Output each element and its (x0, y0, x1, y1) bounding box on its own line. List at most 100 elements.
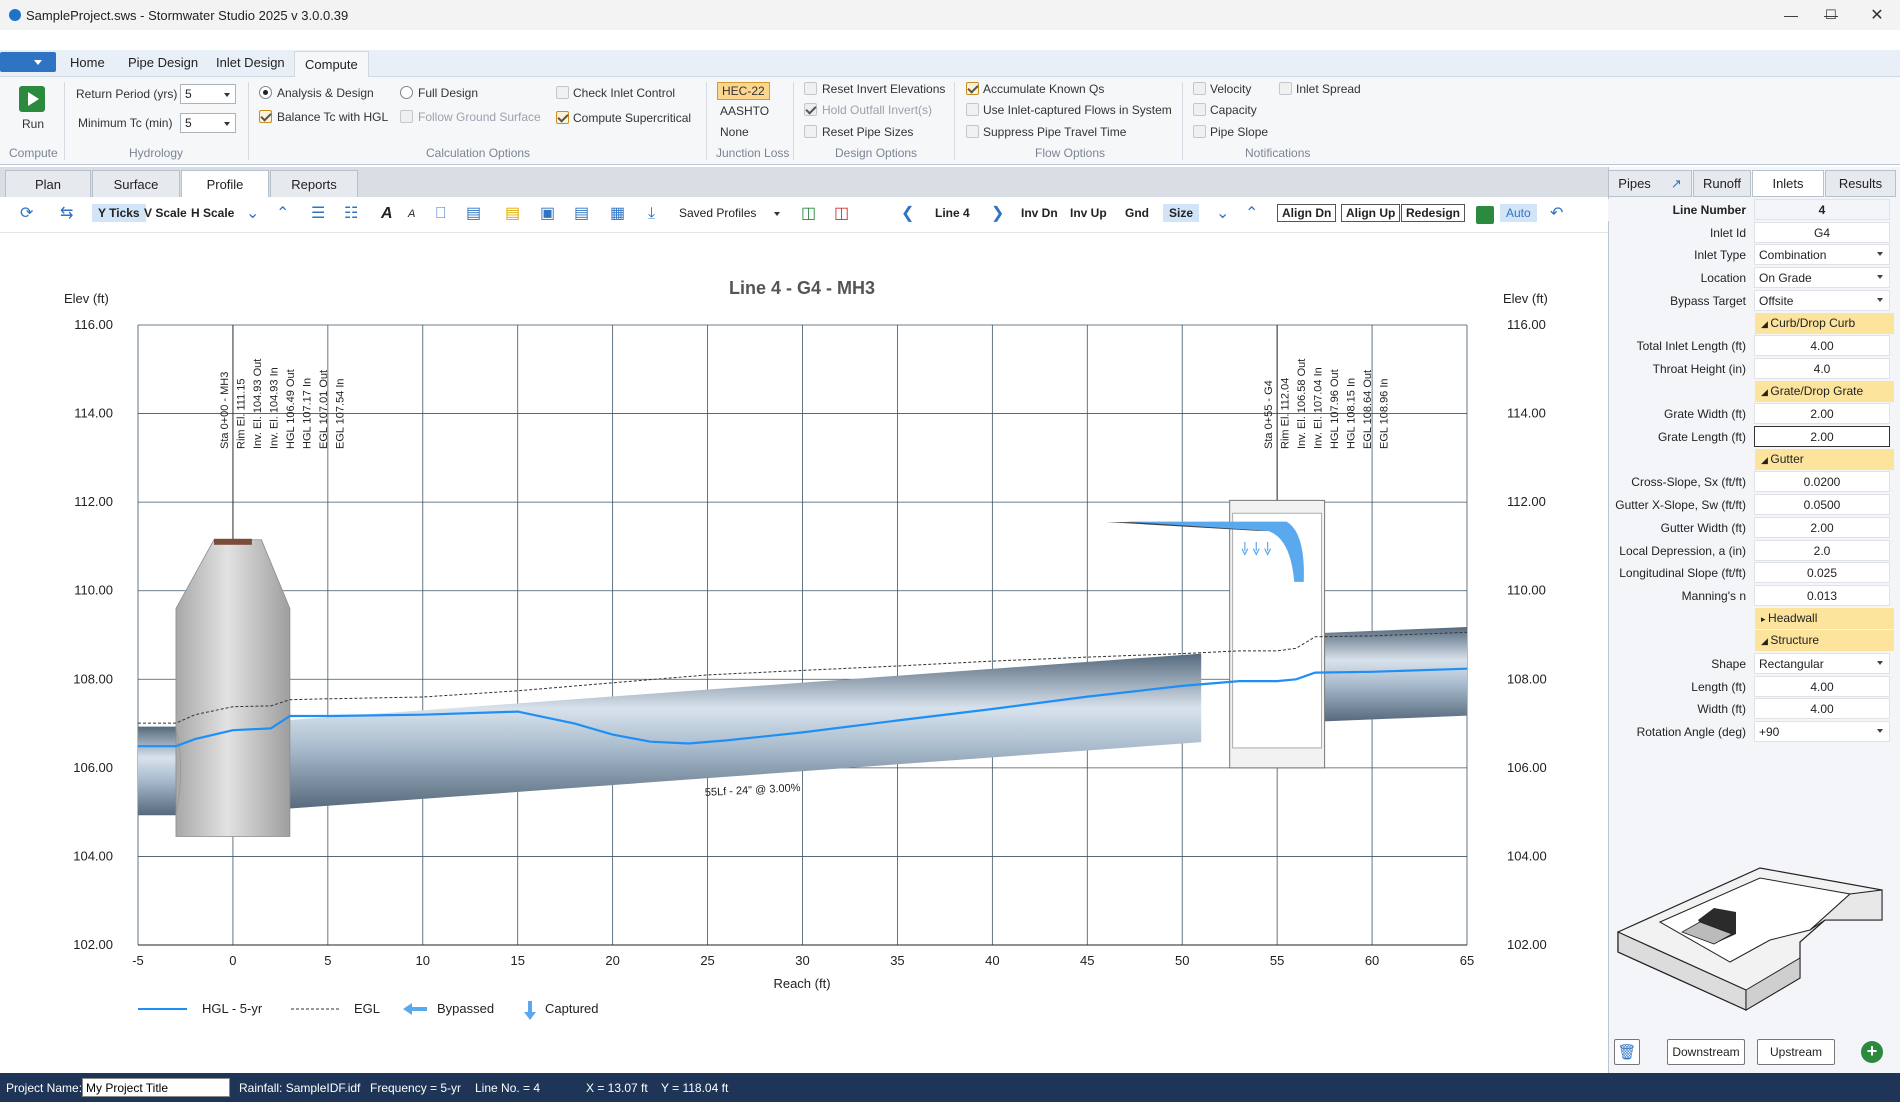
total-length-field[interactable]: 4.00 (1754, 335, 1890, 357)
length-field[interactable]: 4.00 (1754, 675, 1890, 697)
previous-line-icon[interactable]: ❮ (901, 204, 914, 224)
tab-reports[interactable]: Reports (270, 170, 358, 197)
horizontal-grid-icon[interactable]: ☰ (311, 204, 325, 224)
use-inlet-captured-checkbox[interactable] (966, 103, 979, 116)
tab-inlet-design[interactable]: Inlet Design (216, 55, 285, 70)
sw-field[interactable]: 0.0500 (1754, 494, 1890, 516)
rotation-select[interactable]: +90 (1754, 721, 1890, 743)
download-icon[interactable]: ⤓ (648, 204, 655, 224)
full-design-radio[interactable] (400, 86, 413, 99)
tab-pipe-design[interactable]: Pipe Design (128, 55, 198, 70)
add-icon[interactable]: + (1861, 1041, 1883, 1063)
junction-aashto[interactable]: AASHTO (720, 104, 769, 118)
inv-up-button[interactable]: Inv Up (1070, 206, 1107, 220)
collapse-icon[interactable]: ◢ (1761, 387, 1770, 397)
calendar-icon[interactable]: ▦ (610, 204, 625, 224)
section-sec-headwall[interactable]: ▸ Headwall (1755, 607, 1894, 629)
junction-hec22[interactable]: HEC-22 (717, 82, 770, 100)
check-inlet-checkbox[interactable] (556, 86, 569, 99)
align-up-button[interactable]: Align Up (1341, 204, 1401, 222)
tab-inlets[interactable]: Inlets (1752, 170, 1824, 197)
pipe-icon[interactable]: ▤ (466, 204, 481, 224)
v-scale-button[interactable]: V Scale (144, 206, 187, 220)
capacity-checkbox[interactable] (1193, 103, 1206, 116)
tab-surface[interactable]: Surface (92, 170, 180, 197)
align-dn-button[interactable]: Align Dn (1277, 204, 1337, 222)
chevron-down-icon[interactable]: ⌄ (246, 204, 259, 224)
section-sec-gutter[interactable]: ◢ Gutter (1755, 448, 1894, 470)
font-larger-icon[interactable]: A (381, 204, 393, 224)
tab-results[interactable]: Results (1825, 170, 1896, 197)
auto-button[interactable]: Auto (1500, 204, 1537, 222)
min-tc-select[interactable]: 5 (180, 113, 236, 133)
reset-invert-checkbox[interactable] (804, 82, 817, 95)
chevron-down-icon-2[interactable]: ⌄ (1216, 204, 1229, 224)
shape-select[interactable]: Rectangular (1754, 653, 1890, 674)
tab-profile[interactable]: Profile (181, 170, 269, 198)
suppress-travel-checkbox[interactable] (966, 125, 979, 138)
run-label[interactable]: Run (22, 117, 44, 131)
collapse-icon[interactable]: ◢ (1761, 636, 1770, 646)
hold-outfall-checkbox[interactable] (804, 103, 817, 116)
inv-dn-button[interactable]: Inv Dn (1021, 206, 1058, 220)
long-slope-field[interactable]: 0.025 (1754, 562, 1890, 584)
refresh-icon[interactable]: ⟳ (20, 204, 33, 224)
section-sec-structure[interactable]: ◢ Structure (1755, 630, 1894, 652)
y-ticks-button[interactable]: Y Ticks (92, 204, 146, 222)
collapse-icon[interactable]: ◢ (1761, 319, 1770, 329)
size-button[interactable]: Size (1163, 204, 1200, 222)
inlet-spread-checkbox[interactable] (1279, 82, 1292, 95)
tab-pipes[interactable]: Pipes ↗ (1608, 170, 1692, 197)
expand-arrow-icon[interactable]: ▸ (1761, 614, 1768, 624)
font-smaller-icon[interactable]: A (408, 204, 415, 224)
compute-supercritical-checkbox[interactable] (556, 111, 569, 124)
tab-plan[interactable]: Plan (5, 170, 91, 197)
inlet-icon[interactable]: ▤ (574, 204, 589, 224)
tab-runoff[interactable]: Runoff (1693, 170, 1751, 197)
line-selector[interactable]: Line 4 (935, 206, 970, 220)
chevron-up-icon[interactable]: ⌃ (276, 204, 289, 224)
analysis-design-radio[interactable] (259, 86, 272, 99)
delete-icon[interactable]: 🗑 (1614, 1039, 1640, 1065)
width-field[interactable]: 4.00 (1754, 698, 1890, 720)
h-scale-button[interactable]: H Scale (191, 206, 234, 220)
structure-icon[interactable]: ▣ (540, 204, 555, 224)
section-sec-grate[interactable]: ◢ Grate/Drop Grate (1755, 380, 1894, 402)
delete-profile-icon[interactable]: ◫ (834, 204, 849, 224)
upstream-button[interactable]: Upstream (1757, 1039, 1835, 1065)
mannings-field[interactable]: 0.013 (1754, 584, 1890, 606)
app-menu-button[interactable] (0, 52, 56, 72)
downstream-button[interactable]: Downstream (1667, 1039, 1745, 1065)
run-button[interactable] (19, 86, 45, 112)
gutter-width-field[interactable]: 2.00 (1754, 516, 1890, 538)
location-select[interactable]: On Grade (1754, 267, 1890, 289)
sx-field[interactable]: 0.0200 (1754, 471, 1890, 493)
grate-width-field[interactable]: 2.00 (1754, 403, 1890, 425)
saved-profiles-select[interactable]: Saved Profiles (675, 204, 785, 224)
inlet-id-field[interactable]: G4 (1754, 221, 1890, 243)
inlet-type-select[interactable]: Combination (1754, 244, 1890, 266)
redesign-button[interactable]: Redesign (1401, 204, 1466, 222)
velocity-checkbox[interactable] (1193, 82, 1206, 95)
return-period-select[interactable]: 5 (180, 84, 236, 104)
grate-length-field[interactable]: 2.00 (1754, 426, 1890, 447)
profile-chart[interactable]: -5 0 5 10 15 20 25 30 35 40 45 50 55 60 65 102.00 102.00… (0, 234, 1604, 1070)
next-line-icon[interactable]: ❯ (991, 204, 1004, 224)
tab-compute[interactable]: Compute (294, 51, 369, 78)
close-button[interactable]: ✕ (1854, 0, 1900, 30)
play-icon[interactable] (1476, 206, 1494, 224)
bypass-select[interactable]: Offsite (1754, 289, 1890, 311)
add-profile-icon[interactable]: ◫ (801, 204, 816, 224)
maximize-button[interactable]: ☐ (1808, 0, 1854, 30)
accumulate-qs-checkbox[interactable] (966, 82, 979, 95)
expand-icon[interactable]: ↗ (1671, 176, 1682, 192)
follow-ground-checkbox[interactable] (400, 110, 413, 123)
reset-pipe-checkbox[interactable] (804, 125, 817, 138)
layer-icon[interactable]: ▤ (505, 204, 520, 224)
undo-icon[interactable]: ↶ (1550, 204, 1563, 224)
depression-field[interactable]: 2.0 (1754, 539, 1890, 561)
swap-icon[interactable]: ⇆ (60, 204, 73, 224)
section-sec-curb[interactable]: ◢ Curb/Drop Curb (1755, 312, 1894, 334)
collapse-icon[interactable]: ◢ (1761, 455, 1770, 465)
vertical-grid-icon[interactable]: ☷ (344, 204, 358, 224)
